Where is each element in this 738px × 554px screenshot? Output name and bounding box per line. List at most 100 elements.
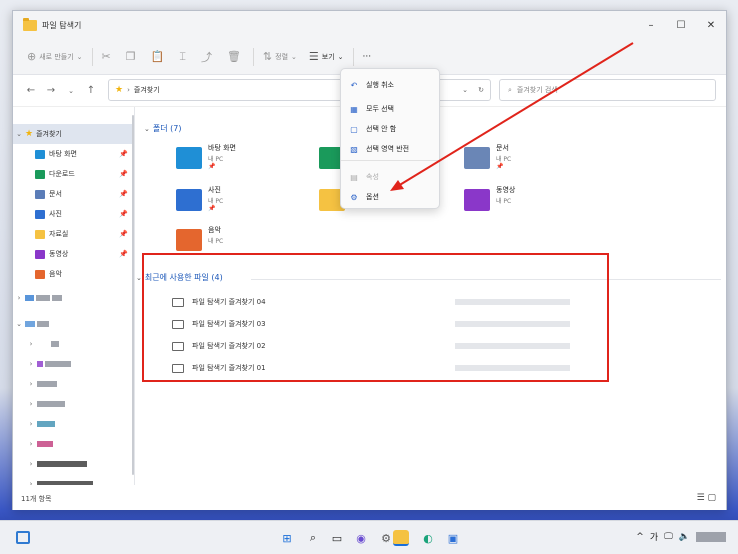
annotation-highlight-box <box>142 253 609 382</box>
status-bar: 11개 항목 ☰ ▢ <box>13 488 726 510</box>
chevron-right-icon[interactable]: › <box>25 420 37 428</box>
sidebar-item-music[interactable]: 음악 <box>13 264 134 284</box>
menu-item-select-none[interactable]: ▢ 선택 안 함 <box>341 119 439 139</box>
menu-item-select-all[interactable]: ▦ 모두 선택 <box>341 99 439 119</box>
copy-button[interactable]: ❐ <box>120 45 145 69</box>
chevron-right-icon[interactable]: › <box>25 480 37 485</box>
folder-location: 내 PC <box>496 198 512 205</box>
rename-button[interactable]: ⌶ <box>173 45 195 69</box>
paste-button[interactable]: 📋 <box>145 45 174 69</box>
chevron-right-icon[interactable]: › <box>25 340 37 348</box>
copy-icon: ❐ <box>125 50 136 63</box>
volume-icon[interactable]: 🔈 <box>679 532 690 542</box>
navigation-pane: ⌄ ★ 즐겨찾기 바탕 화면 📌 다운로드 📌 문서 📌 사진 📌 자료실 📌 동영상 📌 음악 › ⌄… <box>13 107 135 485</box>
download-icon <box>35 169 45 179</box>
chevron-down-icon[interactable]: ⌄ <box>13 320 25 328</box>
redacted-label <box>37 401 65 407</box>
view-icon: ☰ <box>308 50 319 63</box>
sidebar-item-desktop[interactable]: 바탕 화면 📌 <box>13 144 134 164</box>
redacted-label <box>37 381 57 387</box>
address-dropdown-icon[interactable]: ⌄ <box>462 86 468 94</box>
search-icon[interactable]: ⌕ <box>305 530 321 546</box>
folder-location: 내 PC <box>208 156 224 163</box>
widgets-icon[interactable] <box>16 531 30 544</box>
sidebar-item-redacted[interactable]: › <box>13 454 134 474</box>
ime-indicator[interactable]: 가 <box>650 530 658 543</box>
sidebar-item-redacted[interactable]: › <box>13 414 134 434</box>
redacted-label <box>51 341 59 347</box>
view-button[interactable]: ☰ 보기 ⌄ <box>303 45 350 69</box>
forward-arrow-icon[interactable]: → <box>41 85 61 96</box>
sidebar-item-redacted[interactable]: › <box>13 394 134 414</box>
chevron-right-icon[interactable]: › <box>25 460 37 468</box>
start-icon[interactable]: ⊞ <box>279 530 295 546</box>
select-none-icon: ▢ <box>350 124 358 134</box>
store-icon[interactable]: ▣ <box>445 530 461 546</box>
maximize-button[interactable]: ☐ <box>666 11 696 39</box>
edge-icon[interactable]: ◐ <box>420 530 436 546</box>
chevron-down-icon[interactable]: ⌄ <box>13 130 25 138</box>
cut-button[interactable]: ✂ <box>96 45 120 69</box>
sidebar-item-redacted[interactable]: › <box>13 354 134 374</box>
clock-redacted[interactable] <box>696 531 726 542</box>
folder-name: 문서 <box>496 144 509 152</box>
close-button[interactable]: ✕ <box>696 11 726 39</box>
network-icon[interactable]: 🖵 <box>664 532 673 542</box>
sidebar-item-video[interactable]: 동영상 📌 <box>13 244 134 264</box>
folder-tile[interactable]: 동영상내 PC <box>464 185 604 221</box>
chevron-right-icon[interactable]: › <box>25 400 37 408</box>
sidebar-item-label: 문서 <box>49 190 62 198</box>
menu-item-label: 옵션 <box>366 193 379 201</box>
pin-icon: 📌 <box>496 163 504 170</box>
menu-item-options[interactable]: ⚙ 옵션 <box>341 187 439 207</box>
sidebar-item-favorites[interactable]: ⌄ ★ 즐겨찾기 <box>13 124 134 144</box>
file-explorer-icon[interactable] <box>393 530 409 546</box>
folder-tile[interactable]: 문서 내 PC 📌 <box>464 143 604 179</box>
sidebar-item-redacted[interactable]: › <box>13 334 134 354</box>
minimize-button[interactable]: – <box>636 11 666 39</box>
back-arrow-icon[interactable]: ← <box>21 85 41 96</box>
menu-item-invert-selection[interactable]: ▧ 선택 영역 반전 <box>341 139 439 159</box>
new-button[interactable]: ⊕ 새로 만들기 ⌄ <box>21 45 89 69</box>
chevron-right-icon[interactable]: › <box>13 294 25 302</box>
sidebar-item-document[interactable]: 문서 📌 <box>13 184 134 204</box>
taskbar: ⊞ ⌕ ▭ ◉ ⚙ ◐ ▣ ^ 가 🖵 🔈 <box>0 520 738 554</box>
menu-item-properties: ▤ 속성 <box>341 167 439 187</box>
redacted-label <box>37 441 53 447</box>
more-options-menu: ↶ 실행 취소 ▦ 모두 선택 ▢ 선택 안 함 ▧ 선택 영역 반전 ▤ 속성 ⚙ 옵션 <box>340 68 440 209</box>
sidebar-item-pictures[interactable]: 사진 📌 <box>13 204 134 224</box>
folder-icon <box>176 189 202 211</box>
folder-name: 동영상 <box>496 186 516 194</box>
delete-button[interactable]: 🗑 <box>221 45 250 69</box>
chevron-down-icon: ⌄ <box>144 124 150 133</box>
chat-icon[interactable]: ◉ <box>353 530 369 546</box>
sidebar-item-label: 자료실 <box>49 230 69 238</box>
sidebar-scrollbar[interactable] <box>132 115 134 475</box>
folder-name: 바탕 화면 <box>208 144 236 152</box>
more-options-button[interactable]: ··· <box>357 45 378 69</box>
sidebar-item-this-pc[interactable]: ⌄ <box>13 314 134 334</box>
folder-tile[interactable]: 바탕 화면 내 PC 📌 <box>176 143 316 179</box>
view-toggle-icons[interactable]: ☰ ▢ <box>697 493 716 503</box>
up-arrow-icon[interactable]: ↑ <box>81 85 101 96</box>
sort-button[interactable]: ⇅ 정렬 ⌄ <box>257 45 303 69</box>
refresh-icon[interactable]: ↻ <box>478 86 484 94</box>
folders-section-header[interactable]: ⌄ 폴더 (7) <box>144 123 181 134</box>
search-input[interactable]: ⌕ 즐겨찾기 검색 <box>499 79 716 101</box>
task-view-icon[interactable]: ▭ <box>329 530 345 546</box>
sidebar-item-redacted[interactable]: › <box>13 474 134 485</box>
chevron-right-icon[interactable]: › <box>25 360 37 368</box>
chevron-right-icon[interactable]: › <box>25 440 37 448</box>
tray-chevron-icon[interactable]: ^ <box>636 532 644 542</box>
sidebar-item-onedrive[interactable]: › <box>13 288 134 308</box>
menu-item-undo[interactable]: ↶ 실행 취소 <box>341 75 439 95</box>
chevron-right-icon[interactable]: › <box>25 380 37 388</box>
share-button[interactable]: ⤴ <box>195 45 221 69</box>
folder-tile[interactable]: 사진 내 PC 📌 <box>176 185 316 221</box>
sidebar-item-redacted[interactable]: › <box>13 374 134 394</box>
settings-icon[interactable]: ⚙ <box>378 530 394 546</box>
sidebar-item-download[interactable]: 다운로드 📌 <box>13 164 134 184</box>
recent-chevron-icon[interactable]: ⌄ <box>61 87 81 95</box>
sidebar-item-folder[interactable]: 자료실 📌 <box>13 224 134 244</box>
sidebar-item-redacted[interactable]: › <box>13 434 134 454</box>
